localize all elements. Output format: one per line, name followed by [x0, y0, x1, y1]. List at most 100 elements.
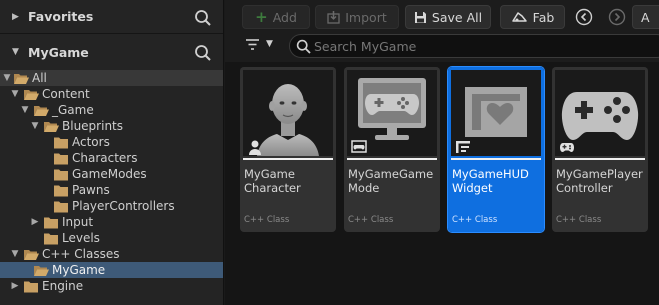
filter-icon[interactable]	[245, 38, 260, 52]
tree-item-label: C++ Classes	[42, 247, 120, 261]
tree-item-cpp-classes[interactable]: ▼ C++ Classes	[0, 246, 223, 262]
tree-item-engine[interactable]: ▶ Engine	[0, 278, 223, 294]
tree-item-label: Levels	[62, 231, 100, 245]
tree-item-blueprints[interactable]: ▼ Blueprints	[0, 118, 223, 134]
tree-item-content[interactable]: ▼ Content	[0, 86, 223, 102]
expand-arrow-icon[interactable]: ▶	[12, 12, 22, 22]
controller-badge-icon	[560, 143, 574, 152]
folder-icon	[54, 201, 68, 212]
folder-icon	[54, 169, 68, 180]
folder-icon	[54, 185, 68, 196]
asset-type-bar	[555, 158, 645, 160]
favorites-header[interactable]: ▶ Favorites	[0, 0, 223, 34]
project-label: MyGame	[28, 44, 89, 60]
tree-item-label: GameModes	[72, 167, 147, 181]
tree-item-label: Input	[62, 215, 94, 229]
tree-item-label: Actors	[72, 135, 110, 149]
chevron-right-icon[interactable]: ▶	[10, 278, 20, 294]
folder-icon	[44, 233, 58, 244]
folder-icon	[24, 281, 38, 292]
tree-item-mygame[interactable]: MyGame	[0, 262, 223, 278]
tree-item-gamemodes[interactable]: GameModes	[0, 166, 223, 182]
folder-open-icon	[34, 105, 49, 116]
fab-icon	[511, 11, 527, 22]
asset-type: C++ Class	[348, 215, 394, 225]
asset-tile[interactable]: MyGameGame Mode C++ Class	[344, 67, 440, 232]
project-header[interactable]: ▼ MyGame	[0, 35, 223, 69]
chevron-right-icon[interactable]: ▶	[30, 214, 40, 230]
asset-name: MyGame Character	[244, 167, 301, 195]
import-icon	[327, 10, 340, 24]
folder-open-icon	[24, 89, 39, 100]
settings-button[interactable]: A	[632, 5, 659, 29]
favorites-label: Favorites	[28, 9, 94, 24]
tree-item-label: Content	[42, 87, 90, 101]
import-label: Import	[345, 9, 387, 25]
tree-item-input[interactable]: ▶ Input	[0, 214, 223, 230]
add-button[interactable]: + Add	[242, 5, 310, 29]
tree-item-actors[interactable]: Actors	[0, 134, 223, 150]
asset-tile[interactable]: MyGameHUD Widget C++ Class	[447, 66, 545, 233]
folder-icon	[54, 153, 68, 164]
tree-item-playercontrollers[interactable]: PlayerControllers	[0, 198, 223, 214]
tree-item-label: PlayerControllers	[72, 199, 175, 213]
widget-badge-icon	[456, 141, 470, 153]
search-placeholder: Search MyGame	[314, 38, 417, 54]
add-label: Add	[272, 9, 297, 25]
asset-grid: MyGame Character C++ Class MyGameGame Mo…	[225, 62, 659, 305]
folder-open-icon	[14, 73, 29, 84]
collapse-arrow-icon[interactable]: ▼	[12, 47, 22, 57]
settings-label: A	[641, 9, 650, 25]
chevron-down-icon[interactable]: ▼	[20, 102, 30, 118]
tree-item-game[interactable]: ▼ _Game	[0, 102, 223, 118]
tree-item-pawns[interactable]: Pawns	[0, 182, 223, 198]
tree-item-characters[interactable]: Characters	[0, 150, 223, 166]
search-input[interactable]: Search MyGame	[289, 34, 659, 58]
history-back-icon[interactable]	[575, 8, 593, 26]
content-browser: + Add Import Save All Fab A ▼ Search MyG…	[225, 0, 659, 305]
folder-open-icon	[34, 265, 49, 276]
asset-tile[interactable]: MyGamePlayer Controller C++ Class	[552, 67, 648, 232]
chevron-down-icon[interactable]: ▼	[10, 86, 20, 102]
tree-item-all[interactable]: ▼ All	[0, 70, 223, 86]
folder-open-icon	[44, 121, 59, 132]
history-forward-icon[interactable]	[608, 8, 626, 26]
tree-item-label: Pawns	[72, 183, 110, 197]
character-badge-icon	[249, 140, 261, 155]
tree-item-label: Characters	[72, 151, 138, 165]
tree-item-label: _Game	[52, 103, 94, 117]
asset-type: C++ Class	[452, 215, 498, 225]
search-icon[interactable]	[194, 9, 212, 27]
sources-panel: ▶ Favorites ▼ MyGame ▼ All ▼ Content ▼ _…	[0, 0, 224, 305]
asset-name: MyGamePlayer Controller	[556, 167, 643, 195]
asset-type: C++ Class	[244, 215, 290, 225]
asset-type-bar	[347, 158, 437, 160]
import-button[interactable]: Import	[315, 5, 399, 29]
tree-item-label: MyGame	[52, 263, 106, 277]
asset-type: C++ Class	[556, 215, 602, 225]
save-all-button[interactable]: Save All	[405, 5, 491, 29]
save-all-label: Save All	[431, 9, 483, 25]
search-icon	[296, 39, 311, 54]
folder-icon	[54, 137, 68, 148]
save-icon	[414, 11, 426, 23]
chevron-down-icon[interactable]: ▼	[2, 70, 12, 86]
chevron-down-icon[interactable]: ▼	[30, 118, 40, 134]
asset-name: MyGameGame Mode	[348, 167, 434, 195]
chevron-down-icon[interactable]: ▼	[266, 39, 273, 49]
folder-icon	[44, 217, 58, 228]
game-mode-badge-icon	[351, 140, 367, 153]
filter-bar: ▼ Search MyGame	[225, 33, 659, 61]
tree-item-levels[interactable]: Levels	[0, 230, 223, 246]
asset-tile[interactable]: MyGame Character C++ Class	[240, 67, 336, 232]
chevron-down-icon[interactable]: ▼	[10, 246, 20, 262]
folder-open-icon	[24, 249, 39, 260]
tree-item-label: All	[32, 71, 47, 85]
tree-item-label: Engine	[42, 279, 84, 293]
fab-button[interactable]: Fab	[500, 5, 565, 29]
asset-name: MyGameHUD Widget	[452, 167, 529, 195]
asset-type-bar	[451, 158, 541, 160]
folder-tree: ▼ All ▼ Content ▼ _Game ▼ Blueprints Act…	[0, 70, 223, 294]
fab-label: Fab	[532, 9, 555, 25]
search-icon[interactable]	[194, 44, 212, 62]
